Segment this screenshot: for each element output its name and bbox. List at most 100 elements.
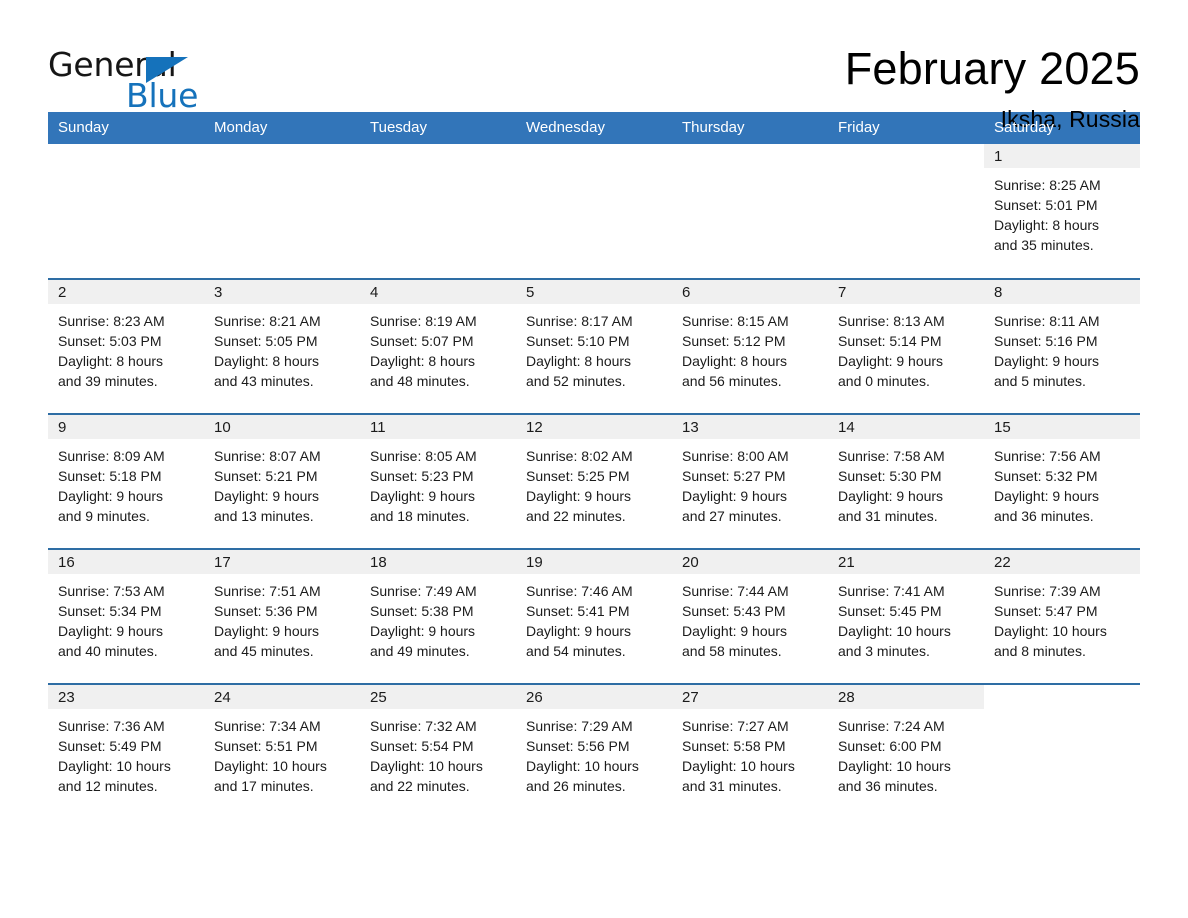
- daylight-duration-line2: and 45 minutes.: [214, 643, 314, 659]
- day-number: 7: [828, 280, 984, 304]
- calendar-week-row: 9 Sunrise: 8:09 AM Sunset: 5:18 PM Daylight…: [48, 413, 1140, 549]
- calendar-day-cell: 27 Sunrise: 7:27 AM Sunset: 5:58 PM Dayligh…: [672, 683, 828, 819]
- calendar-day-cell: 28 Sunrise: 7:24 AM Sunset: 6:00 PM Dayligh…: [828, 683, 984, 819]
- day-number: 2: [48, 280, 204, 304]
- day-cell-7[interactable]: 7 Sunrise: 8:13 AM Sunset: 5:14 PM Daylight…: [828, 280, 984, 413]
- day-cell-6[interactable]: 6 Sunrise: 8:15 AM Sunset: 5:12 PM Daylight…: [672, 280, 828, 413]
- day-cell-2[interactable]: 2 Sunrise: 8:23 AM Sunset: 5:03 PM Daylight…: [48, 280, 204, 413]
- calendar-day-cell: 23 Sunrise: 7:36 AM Sunset: 5:49 PM Dayligh…: [48, 683, 204, 819]
- calendar-day-cell: 7 Sunrise: 8:13 AM Sunset: 5:14 PM Daylight…: [828, 278, 984, 414]
- day-number: 27: [672, 685, 828, 709]
- day-cell-26[interactable]: 26 Sunrise: 7:29 AM Sunset: 5:56 PM Dayligh…: [516, 685, 672, 819]
- day-number: 6: [672, 280, 828, 304]
- day-number: 9: [48, 415, 204, 439]
- empty-day-cell: [360, 144, 516, 278]
- daylight-duration-line1: Daylight: 8 hours: [214, 353, 320, 369]
- empty-day-cell: [516, 144, 672, 278]
- empty-day-cell: [984, 685, 1140, 819]
- calendar-day-cell: 5 Sunrise: 8:17 AM Sunset: 5:10 PM Daylight…: [516, 278, 672, 414]
- sunset-time: Sunset: 5:21 PM: [214, 468, 318, 484]
- sunset-time: Sunset: 5:54 PM: [370, 738, 474, 754]
- weekday-header-monday: Monday: [204, 112, 360, 144]
- day-sun-info: Sunrise: 7:36 AM Sunset: 5:49 PM Daylight:…: [48, 709, 204, 796]
- day-sun-info: Sunrise: 8:05 AM Sunset: 5:23 PM Daylight:…: [360, 439, 516, 526]
- sunrise-time: Sunrise: 8:13 AM: [838, 313, 945, 329]
- daylight-duration-line1: Daylight: 9 hours: [214, 623, 320, 639]
- sunset-time: Sunset: 5:41 PM: [526, 603, 630, 619]
- daylight-duration-line2: and 36 minutes.: [994, 508, 1094, 524]
- day-cell-19[interactable]: 19 Sunrise: 7:46 AM Sunset: 5:41 PM Dayligh…: [516, 550, 672, 683]
- day-cell-9[interactable]: 9 Sunrise: 8:09 AM Sunset: 5:18 PM Daylight…: [48, 415, 204, 548]
- day-cell-1[interactable]: 1 Sunrise: 8:25 AM Sunset: 5:01 PM Daylight…: [984, 144, 1140, 278]
- sunset-time: Sunset: 5:45 PM: [838, 603, 942, 619]
- day-number: [48, 144, 204, 168]
- empty-day-cell: [672, 144, 828, 278]
- sunset-time: Sunset: 5:34 PM: [58, 603, 162, 619]
- daylight-duration-line2: and 49 minutes.: [370, 643, 470, 659]
- daylight-duration-line1: Daylight: 9 hours: [214, 488, 320, 504]
- weekday-header-tuesday: Tuesday: [360, 112, 516, 144]
- daylight-duration-line1: Daylight: 10 hours: [682, 758, 795, 774]
- calendar-day-cell: [984, 683, 1140, 819]
- day-cell-20[interactable]: 20 Sunrise: 7:44 AM Sunset: 5:43 PM Dayligh…: [672, 550, 828, 683]
- daylight-duration-line1: Daylight: 8 hours: [58, 353, 164, 369]
- day-cell-8[interactable]: 8 Sunrise: 8:11 AM Sunset: 5:16 PM Daylight…: [984, 280, 1140, 413]
- general-blue-logo[interactable]: General Blue: [48, 46, 198, 114]
- day-sun-info: Sunrise: 8:00 AM Sunset: 5:27 PM Daylight:…: [672, 439, 828, 526]
- sunrise-time: Sunrise: 7:36 AM: [58, 718, 165, 734]
- daylight-duration-line2: and 3 minutes.: [838, 643, 930, 659]
- day-sun-info: Sunrise: 7:51 AM Sunset: 5:36 PM Daylight:…: [204, 574, 360, 661]
- day-cell-16[interactable]: 16 Sunrise: 7:53 AM Sunset: 5:34 PM Dayligh…: [48, 550, 204, 683]
- daylight-duration-line2: and 27 minutes.: [682, 508, 782, 524]
- sunset-time: Sunset: 5:14 PM: [838, 333, 942, 349]
- sunset-time: Sunset: 5:32 PM: [994, 468, 1098, 484]
- day-sun-info: Sunrise: 7:24 AM Sunset: 6:00 PM Daylight:…: [828, 709, 984, 796]
- calendar-day-cell: [516, 144, 672, 279]
- day-cell-22[interactable]: 22 Sunrise: 7:39 AM Sunset: 5:47 PM Dayligh…: [984, 550, 1140, 683]
- calendar-day-cell: [672, 144, 828, 279]
- calendar-day-cell: 4 Sunrise: 8:19 AM Sunset: 5:07 PM Daylight…: [360, 278, 516, 414]
- day-cell-17[interactable]: 17 Sunrise: 7:51 AM Sunset: 5:36 PM Dayligh…: [204, 550, 360, 683]
- daylight-duration-line1: Daylight: 10 hours: [370, 758, 483, 774]
- day-cell-12[interactable]: 12 Sunrise: 8:02 AM Sunset: 5:25 PM Dayligh…: [516, 415, 672, 548]
- day-cell-4[interactable]: 4 Sunrise: 8:19 AM Sunset: 5:07 PM Daylight…: [360, 280, 516, 413]
- daylight-duration-line1: Daylight: 9 hours: [58, 488, 164, 504]
- calendar-day-cell: 11 Sunrise: 8:05 AM Sunset: 5:23 PM Dayligh…: [360, 413, 516, 549]
- daylight-duration-line1: Daylight: 9 hours: [370, 488, 476, 504]
- sunrise-time: Sunrise: 7:24 AM: [838, 718, 945, 734]
- sunset-time: Sunset: 5:43 PM: [682, 603, 786, 619]
- day-cell-11[interactable]: 11 Sunrise: 8:05 AM Sunset: 5:23 PM Dayligh…: [360, 415, 516, 548]
- sunrise-time: Sunrise: 8:23 AM: [58, 313, 165, 329]
- daylight-duration-line2: and 26 minutes.: [526, 778, 626, 794]
- day-cell-21[interactable]: 21 Sunrise: 7:41 AM Sunset: 5:45 PM Dayligh…: [828, 550, 984, 683]
- sunrise-time: Sunrise: 8:21 AM: [214, 313, 321, 329]
- sunrise-time: Sunrise: 7:34 AM: [214, 718, 321, 734]
- calendar-day-cell: 18 Sunrise: 7:49 AM Sunset: 5:38 PM Dayligh…: [360, 548, 516, 684]
- daylight-duration-line2: and 22 minutes.: [526, 508, 626, 524]
- day-cell-13[interactable]: 13 Sunrise: 8:00 AM Sunset: 5:27 PM Dayligh…: [672, 415, 828, 548]
- day-sun-info: Sunrise: 8:02 AM Sunset: 5:25 PM Daylight:…: [516, 439, 672, 526]
- day-cell-14[interactable]: 14 Sunrise: 7:58 AM Sunset: 5:30 PM Dayligh…: [828, 415, 984, 548]
- daylight-duration-line2: and 56 minutes.: [682, 373, 782, 389]
- daylight-duration-line2: and 0 minutes.: [838, 373, 930, 389]
- day-cell-23[interactable]: 23 Sunrise: 7:36 AM Sunset: 5:49 PM Dayligh…: [48, 685, 204, 819]
- day-number: [672, 144, 828, 168]
- weekday-header-wednesday: Wednesday: [516, 112, 672, 144]
- day-cell-25[interactable]: 25 Sunrise: 7:32 AM Sunset: 5:54 PM Dayligh…: [360, 685, 516, 819]
- sunset-time: Sunset: 5:18 PM: [58, 468, 162, 484]
- daylight-duration-line2: and 43 minutes.: [214, 373, 314, 389]
- day-cell-5[interactable]: 5 Sunrise: 8:17 AM Sunset: 5:10 PM Daylight…: [516, 280, 672, 413]
- day-cell-3[interactable]: 3 Sunrise: 8:21 AM Sunset: 5:05 PM Daylight…: [204, 280, 360, 413]
- day-number: [828, 144, 984, 168]
- sunset-time: Sunset: 5:58 PM: [682, 738, 786, 754]
- day-cell-24[interactable]: 24 Sunrise: 7:34 AM Sunset: 5:51 PM Dayligh…: [204, 685, 360, 819]
- day-cell-18[interactable]: 18 Sunrise: 7:49 AM Sunset: 5:38 PM Dayligh…: [360, 550, 516, 683]
- sunset-time: Sunset: 5:23 PM: [370, 468, 474, 484]
- logo-text-blue: Blue: [126, 76, 199, 115]
- day-cell-28[interactable]: 28 Sunrise: 7:24 AM Sunset: 6:00 PM Dayligh…: [828, 685, 984, 819]
- day-cell-15[interactable]: 15 Sunrise: 7:56 AM Sunset: 5:32 PM Dayligh…: [984, 415, 1140, 548]
- day-cell-27[interactable]: 27 Sunrise: 7:27 AM Sunset: 5:58 PM Dayligh…: [672, 685, 828, 819]
- calendar-day-cell: 16 Sunrise: 7:53 AM Sunset: 5:34 PM Dayligh…: [48, 548, 204, 684]
- day-cell-10[interactable]: 10 Sunrise: 8:07 AM Sunset: 5:21 PM Dayligh…: [204, 415, 360, 548]
- sunrise-time: Sunrise: 8:19 AM: [370, 313, 477, 329]
